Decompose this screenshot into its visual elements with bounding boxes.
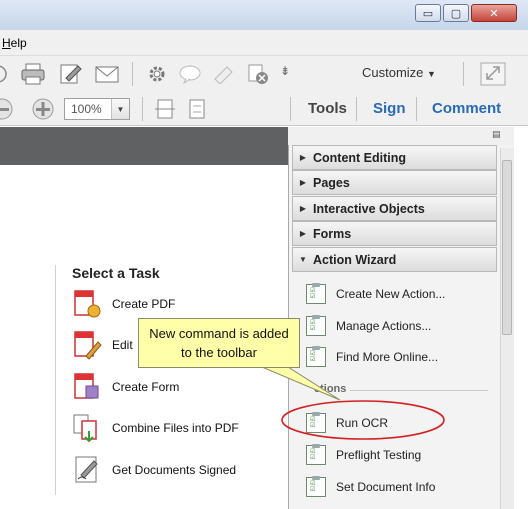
manage-actions-icon bbox=[306, 315, 326, 336]
task-get-signed[interactable]: Get Documents Signed bbox=[72, 452, 236, 488]
overflow-icon[interactable]: ⇟ bbox=[280, 64, 290, 78]
preflight-icon bbox=[306, 444, 326, 465]
expand-arrow-icon: ▶ bbox=[299, 178, 307, 187]
expand-arrow-icon: ▶ bbox=[299, 229, 307, 238]
toolbar-separator bbox=[416, 97, 417, 121]
sign-documents-icon bbox=[75, 456, 98, 483]
comment-bubble-icon[interactable] bbox=[178, 64, 202, 84]
sign-tab[interactable]: Sign bbox=[373, 100, 406, 117]
task-edit-pdf[interactable]: Edit bbox=[72, 327, 133, 363]
run-ocr-icon bbox=[306, 412, 326, 433]
combine-files-icon bbox=[73, 414, 97, 443]
actions-heading: ctions bbox=[314, 383, 347, 395]
zoom-level-input[interactable]: 100% ▼ bbox=[64, 98, 130, 120]
fit-width-icon[interactable] bbox=[186, 98, 208, 120]
toolbar-separator bbox=[356, 97, 357, 121]
find-more-online-link[interactable]: Find More Online... bbox=[306, 343, 438, 371]
task-divider bbox=[55, 265, 56, 495]
action-clipboard-icon bbox=[306, 283, 326, 304]
create-pdf-icon bbox=[74, 290, 101, 318]
task-pane-title: Select a Task bbox=[72, 265, 160, 281]
section-content-editing[interactable]: ▶ Content Editing bbox=[292, 145, 497, 170]
navigation-toolbar: 100% ▼ Tools Sign Comment bbox=[0, 92, 528, 126]
action-set-document-info[interactable]: Set Document Info bbox=[306, 473, 435, 501]
print-icon[interactable] bbox=[20, 62, 46, 86]
email-icon[interactable] bbox=[94, 63, 120, 85]
tools-tab[interactable]: Tools bbox=[308, 100, 347, 117]
section-forms[interactable]: ▶ Forms bbox=[292, 221, 497, 246]
action-run-ocr[interactable]: Run OCR bbox=[306, 409, 388, 437]
section-interactive-objects[interactable]: ▶ Interactive Objects bbox=[292, 196, 497, 221]
section-action-wizard[interactable]: ▼ Action Wizard bbox=[292, 247, 497, 272]
menu-bar: Help bbox=[0, 30, 528, 56]
main-toolbar: ⇟ Customize ▼ bbox=[0, 56, 528, 92]
manage-actions-link[interactable]: Manage Actions... bbox=[306, 312, 431, 340]
online-actions-icon bbox=[306, 346, 326, 367]
section-pages[interactable]: ▶ Pages bbox=[292, 170, 497, 195]
zoom-out-icon[interactable] bbox=[0, 97, 18, 121]
zoom-in-icon[interactable] bbox=[30, 97, 56, 121]
task-create-form[interactable]: Create Form bbox=[72, 369, 179, 405]
create-form-icon bbox=[74, 373, 99, 399]
toolbar-separator bbox=[142, 97, 143, 121]
panel-header bbox=[288, 127, 514, 145]
gear-icon[interactable] bbox=[146, 63, 168, 85]
customize-menu[interactable]: Customize ▼ bbox=[362, 65, 436, 80]
dropdown-arrow-icon: ▼ bbox=[427, 69, 436, 79]
callout-line-1: New command is added bbox=[149, 326, 289, 341]
edit-pdf-icon bbox=[74, 331, 102, 360]
document-info-icon bbox=[306, 476, 326, 497]
scrollbar-thumb[interactable] bbox=[502, 160, 512, 335]
task-combine-files[interactable]: Combine Files into PDF bbox=[72, 410, 239, 446]
create-new-action-link[interactable]: Create New Action... bbox=[306, 280, 445, 308]
edit-document-icon[interactable] bbox=[58, 62, 84, 86]
callout-line-2: to the toolbar bbox=[181, 345, 257, 360]
fit-page-icon[interactable] bbox=[154, 98, 176, 120]
zoom-dropdown-icon[interactable]: ▼ bbox=[111, 99, 129, 119]
highlight-tool-icon[interactable] bbox=[212, 64, 236, 84]
toolbar-separator bbox=[132, 62, 133, 86]
callout-box: New command is added to the toolbar bbox=[138, 318, 300, 368]
expand-arrow-icon: ▶ bbox=[299, 204, 307, 213]
partial-tool-icon[interactable] bbox=[0, 64, 10, 84]
task-create-pdf[interactable]: Create PDF bbox=[72, 286, 175, 322]
comment-tab[interactable]: Comment bbox=[432, 100, 501, 117]
action-preflight-testing[interactable]: Preflight Testing bbox=[306, 441, 421, 469]
minimize-button[interactable]: ▭ bbox=[415, 4, 441, 22]
menu-help[interactable]: Help bbox=[2, 36, 27, 50]
toolbar-separator bbox=[290, 97, 291, 121]
close-button[interactable]: ✕ bbox=[471, 4, 517, 22]
expand-arrow-icon: ▶ bbox=[299, 153, 307, 162]
actions-divider bbox=[350, 390, 488, 391]
document-header-bar bbox=[0, 127, 288, 165]
stamp-delete-icon[interactable] bbox=[246, 63, 270, 85]
toolbar-separator bbox=[463, 62, 464, 86]
maximize-button[interactable]: ▢ bbox=[443, 4, 469, 22]
expand-icon[interactable] bbox=[480, 62, 506, 86]
collapse-arrow-icon: ▼ bbox=[299, 255, 307, 264]
panel-options-icon[interactable]: ▤ bbox=[492, 129, 506, 141]
